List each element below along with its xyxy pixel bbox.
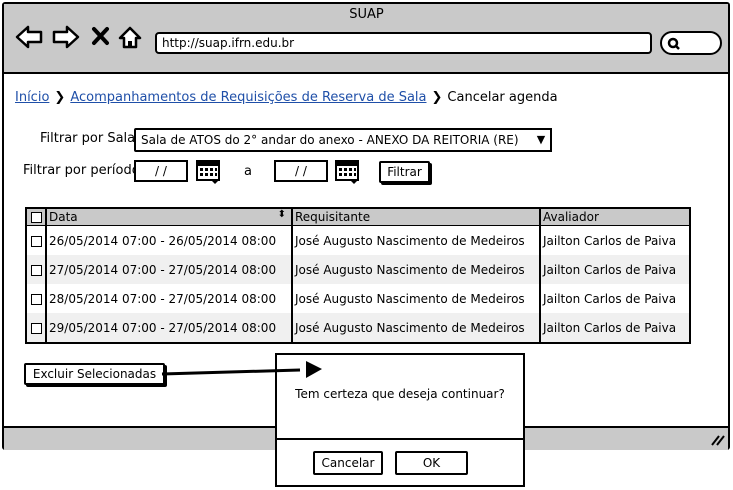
evaluator-cell: Jailton Carlos de Paiva bbox=[543, 291, 677, 306]
row-checkbox-cell bbox=[26, 225, 47, 255]
home-icon[interactable] bbox=[118, 26, 142, 49]
date-from-input[interactable]: / / bbox=[134, 160, 188, 182]
breadcrumb-section-link[interactable]: Acompanhamentos de Requisições de Reserv… bbox=[70, 90, 426, 105]
requester-cell: José Augusto Nascimento de Medeiros bbox=[292, 255, 541, 284]
dialog-message: Tem certeza que deseja continuar? bbox=[295, 387, 505, 401]
row-checkbox[interactable] bbox=[30, 322, 42, 334]
requester-cell: José Augusto Nascimento de Medeiros bbox=[292, 284, 541, 313]
breadcrumb-current: Cancelar agenda bbox=[447, 90, 558, 105]
evaluator-cell: Jailton Carlos de Paiva bbox=[540, 313, 690, 343]
breadcrumb-home-link[interactable]: Início bbox=[15, 90, 49, 105]
forward-icon[interactable] bbox=[52, 25, 80, 49]
room-filter-label: Filtrar por Sala: bbox=[40, 131, 140, 146]
resize-grip-icon[interactable] bbox=[710, 432, 726, 446]
requester-cell: José Augusto Nascimento de Medeiros bbox=[292, 225, 541, 255]
requests-table: Data ⬍ Requisitante Avaliador 26/05/2014… bbox=[25, 207, 691, 344]
select-all-header[interactable] bbox=[26, 208, 47, 226]
row-checkbox-cell bbox=[26, 313, 47, 343]
window-title: SUAP bbox=[349, 7, 384, 22]
table-row[interactable]: 28/05/2014 07:00 - 27/05/2014 08:00 José… bbox=[26, 284, 690, 313]
date-cell: 28/05/2014 07:00 - 27/05/2014 08:00 bbox=[46, 284, 293, 313]
column-header-requester[interactable]: Requisitante bbox=[292, 208, 541, 226]
row-checkbox[interactable] bbox=[30, 264, 42, 276]
row-checkbox-cell bbox=[26, 284, 47, 313]
calendar-icon[interactable] bbox=[196, 158, 222, 184]
row-checkbox-cell bbox=[26, 255, 47, 284]
chevron-right-icon: ❯ bbox=[54, 90, 66, 105]
date-range-separator: a bbox=[244, 164, 252, 179]
column-header-date[interactable]: Data ⬍ bbox=[46, 208, 293, 226]
date-cell: 26/05/2014 07:00 - 26/05/2014 08:00 bbox=[46, 225, 293, 255]
url-bar[interactable]: http://suap.ifrn.edu.br bbox=[155, 32, 652, 54]
table-row[interactable]: 27/05/2014 07:00 - 27/05/2014 08:00 José… bbox=[26, 255, 690, 284]
dialog-divider bbox=[275, 438, 525, 440]
evaluator-cell: Jailton Carlos de Paiva bbox=[543, 233, 677, 248]
table-header-row: Data ⬍ Requisitante Avaliador bbox=[26, 208, 690, 226]
chevron-right-icon: ❯ bbox=[431, 90, 443, 105]
column-label-date: Data bbox=[49, 210, 78, 224]
chevron-down-icon[interactable]: ▼ bbox=[532, 128, 552, 152]
breadcrumb: Início ❯ Acompanhamentos de Requisições de… bbox=[15, 90, 558, 105]
table-row[interactable]: 26/05/2014 07:00 - 26/05/2014 08:00 José… bbox=[26, 225, 690, 255]
row-checkbox[interactable] bbox=[30, 235, 42, 247]
period-filter-label: Filtrar por período: bbox=[23, 163, 145, 178]
browser-nav-icons bbox=[15, 25, 142, 49]
search-icon bbox=[667, 37, 680, 50]
browser-search-box[interactable] bbox=[660, 31, 722, 55]
filter-button[interactable]: Filtrar bbox=[379, 161, 430, 183]
date-cell: 27/05/2014 07:00 - 27/05/2014 08:00 bbox=[46, 255, 293, 284]
date-to-input[interactable]: / / bbox=[274, 160, 328, 182]
flow-arrow-icon bbox=[161, 361, 322, 378]
select-all-checkbox[interactable] bbox=[30, 212, 42, 223]
calendar-icon[interactable] bbox=[335, 158, 361, 184]
column-header-evaluator[interactable]: Avaliador bbox=[540, 208, 690, 226]
cancel-button[interactable]: Cancelar bbox=[313, 451, 383, 475]
close-icon[interactable] bbox=[92, 27, 109, 45]
room-filter-select[interactable]: Sala de ATOS do 2° andar do anexo - ANEX… bbox=[134, 128, 541, 152]
sort-icon[interactable]: ⬍ bbox=[278, 209, 286, 220]
back-icon[interactable] bbox=[15, 25, 43, 49]
requester-cell: José Augusto Nascimento de Medeiros bbox=[292, 313, 541, 343]
row-checkbox[interactable] bbox=[30, 293, 42, 305]
ok-button[interactable]: OK bbox=[395, 451, 468, 475]
table-row[interactable]: 29/05/2014 07:00 - 27/05/2014 08:00 José… bbox=[26, 313, 690, 343]
date-cell: 29/05/2014 07:00 - 27/05/2014 08:00 bbox=[46, 313, 293, 343]
delete-selected-button[interactable]: Excluir Selecionadas bbox=[24, 363, 165, 385]
evaluator-cell: Jailton Carlos de Paiva bbox=[540, 255, 690, 284]
